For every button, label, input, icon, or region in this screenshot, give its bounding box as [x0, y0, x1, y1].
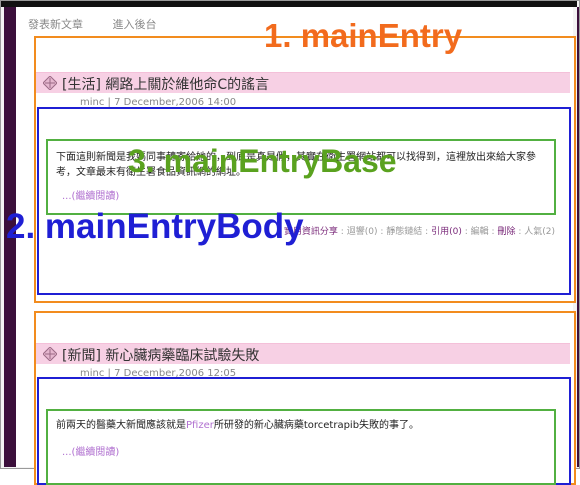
entry-excerpt: 前兩天的醫藥大新聞應該就是Pfizer所研發的新心臟病藥torcetrapib失… [56, 420, 420, 431]
nav-new-post-link[interactable]: 發表新文章 [28, 18, 83, 31]
entry-title-bar: [生活] 網路上關於維他命C的謠言 [36, 72, 570, 93]
main-entry: [新聞] 新心臟病藥臨床試驗失敗 minc | 7 December,2006 … [34, 311, 576, 485]
pfizer-link[interactable]: Pfizer [186, 420, 214, 431]
delete-link[interactable]: 刪除 [497, 227, 515, 237]
nav-admin-link[interactable]: 進入後台 [113, 18, 157, 31]
annotation-main-entry-base: 3. mainEntryBase [128, 143, 397, 179]
read-more-link[interactable]: ...(繼續閱讀) [62, 443, 119, 458]
annotation-main-entry: 1. mainEntry [264, 17, 463, 54]
edit-link[interactable]: 編輯 [471, 227, 489, 237]
entry-title[interactable]: [新聞] 新心臟病藥臨床試驗失敗 [62, 345, 259, 365]
read-more-link[interactable]: ...(繼續閱讀) [62, 187, 119, 202]
top-nav: 發表新文章 進入後台 [28, 16, 183, 32]
main-entry-base: 前兩天的醫藥大新聞應該就是Pfizer所研發的新心臟病藥torcetrapib失… [46, 409, 556, 485]
views-count: 人氣(2) [524, 227, 555, 237]
entry-title[interactable]: [生活] 網路上關於維他命C的謠言 [62, 74, 269, 94]
entry-footer-links: 實用資訊分享 : 迴響(0) : 靜態鏈結 : 引用(0) : 編輯 : 刪除 … [283, 227, 555, 237]
main-entry-body: 下面這則新聞是我媽同事轉寄給她的，到底是真是假，其實在衛生署網站都可以找得到，這… [37, 107, 571, 295]
trackback-link[interactable]: 迴響(0) [347, 227, 378, 237]
annotation-main-entry-body: 2. mainEntryBody [6, 207, 304, 246]
permalink-link[interactable]: 靜態鏈結 [386, 227, 422, 237]
quote-link[interactable]: 引用(0) [431, 227, 462, 237]
diamond-icon [43, 347, 57, 361]
right-border-bar [577, 7, 579, 467]
entry-title-bar: [新聞] 新心臟病藥臨床試驗失敗 [36, 343, 570, 364]
diamond-icon [43, 76, 57, 90]
